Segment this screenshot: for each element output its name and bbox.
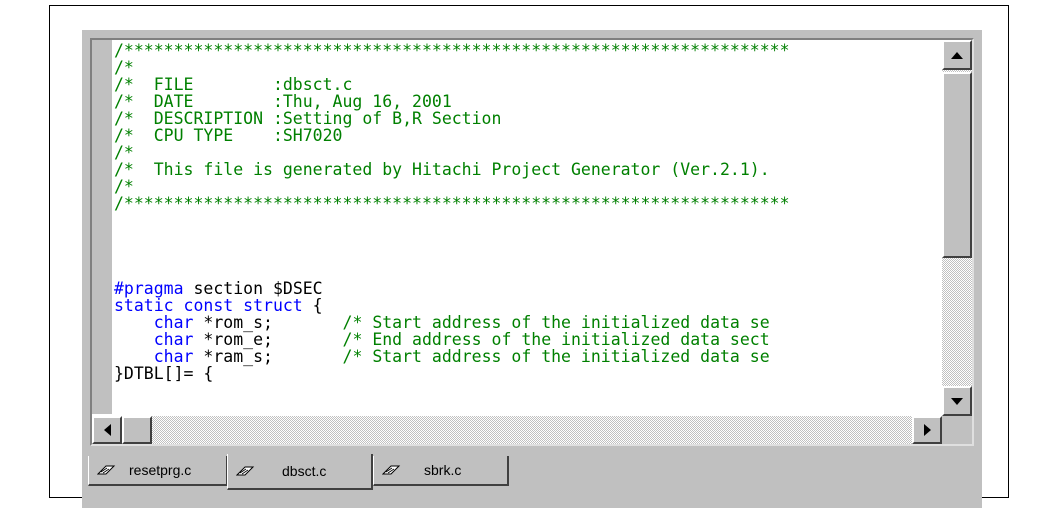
code-line: /***************************************… <box>114 42 940 59</box>
scroll-right-button[interactable] <box>912 416 942 444</box>
document-icon <box>236 466 255 476</box>
arrow-left-icon <box>103 424 111 436</box>
editor-pane: /***************************************… <box>90 38 974 446</box>
code-line: /* CPU TYPE :SH7020 <box>114 127 940 144</box>
code-comment: /* CPU TYPE :SH7020 <box>114 126 343 145</box>
code-line: char *ram_s; /* Start address of the ini… <box>114 348 940 365</box>
code-comment: /* This file is generated by Hitachi Pro… <box>114 160 770 179</box>
code-line: /* FILE :dbsct.c <box>114 76 940 93</box>
vertical-scrollbar[interactable] <box>942 40 972 416</box>
code-line: /* <box>114 144 940 161</box>
editor-gutter <box>92 40 112 414</box>
tab-label: dbsct.c <box>282 463 327 479</box>
document-icon <box>97 465 116 475</box>
tab-label: resetprg.c <box>129 462 192 478</box>
code-line: char *rom_e; /* End address of the initi… <box>114 331 940 348</box>
arrow-down-icon <box>951 397 963 405</box>
code-line: /* This file is generated by Hitachi Pro… <box>114 161 940 178</box>
code-line: #pragma section $DSEC <box>114 280 940 297</box>
code-line: /* <box>114 178 940 195</box>
tab-resetprg[interactable]: resetprg.c <box>88 456 228 486</box>
file-tabs: resetprg.c dbsct.c sbrk.c <box>88 454 588 490</box>
horizontal-scroll-thumb[interactable] <box>122 416 152 444</box>
editor-window: /***************************************… <box>82 30 982 508</box>
code-text: *ram_s; <box>193 347 343 366</box>
arrow-up-icon <box>951 51 963 59</box>
code-line: /* DESCRIPTION :Setting of B,R Section <box>114 110 940 127</box>
scroll-down-button[interactable] <box>942 386 972 416</box>
tab-dbsct[interactable]: dbsct.c <box>227 454 373 490</box>
code-comment: /***************************************… <box>114 41 790 60</box>
code-text: }DTBL[]= { <box>114 364 214 383</box>
vertical-scroll-thumb[interactable] <box>942 72 972 258</box>
arrow-right-icon <box>923 424 931 436</box>
scroll-up-button[interactable] <box>942 40 972 70</box>
code-line: }DTBL[]= { <box>114 365 940 382</box>
code-area[interactable]: /***************************************… <box>114 40 940 416</box>
code-line: static const struct { <box>114 297 940 314</box>
document-icon <box>382 465 401 475</box>
code-line: /* <box>114 59 940 76</box>
code-comment: /* Start address of the initialized data… <box>342 347 770 366</box>
code-line: /* DATE :Thu, Aug 16, 2001 <box>114 93 940 110</box>
scrollbar-corner <box>942 416 972 444</box>
code-line: char *rom_s; /* Start address of the ini… <box>114 314 940 331</box>
horizontal-scrollbar[interactable] <box>92 416 942 444</box>
code-comment: /***************************************… <box>114 194 790 213</box>
tab-label: sbrk.c <box>424 462 462 478</box>
tab-sbrk[interactable]: sbrk.c <box>373 456 509 486</box>
code-line: /***************************************… <box>114 195 940 212</box>
scroll-left-button[interactable] <box>92 416 122 444</box>
